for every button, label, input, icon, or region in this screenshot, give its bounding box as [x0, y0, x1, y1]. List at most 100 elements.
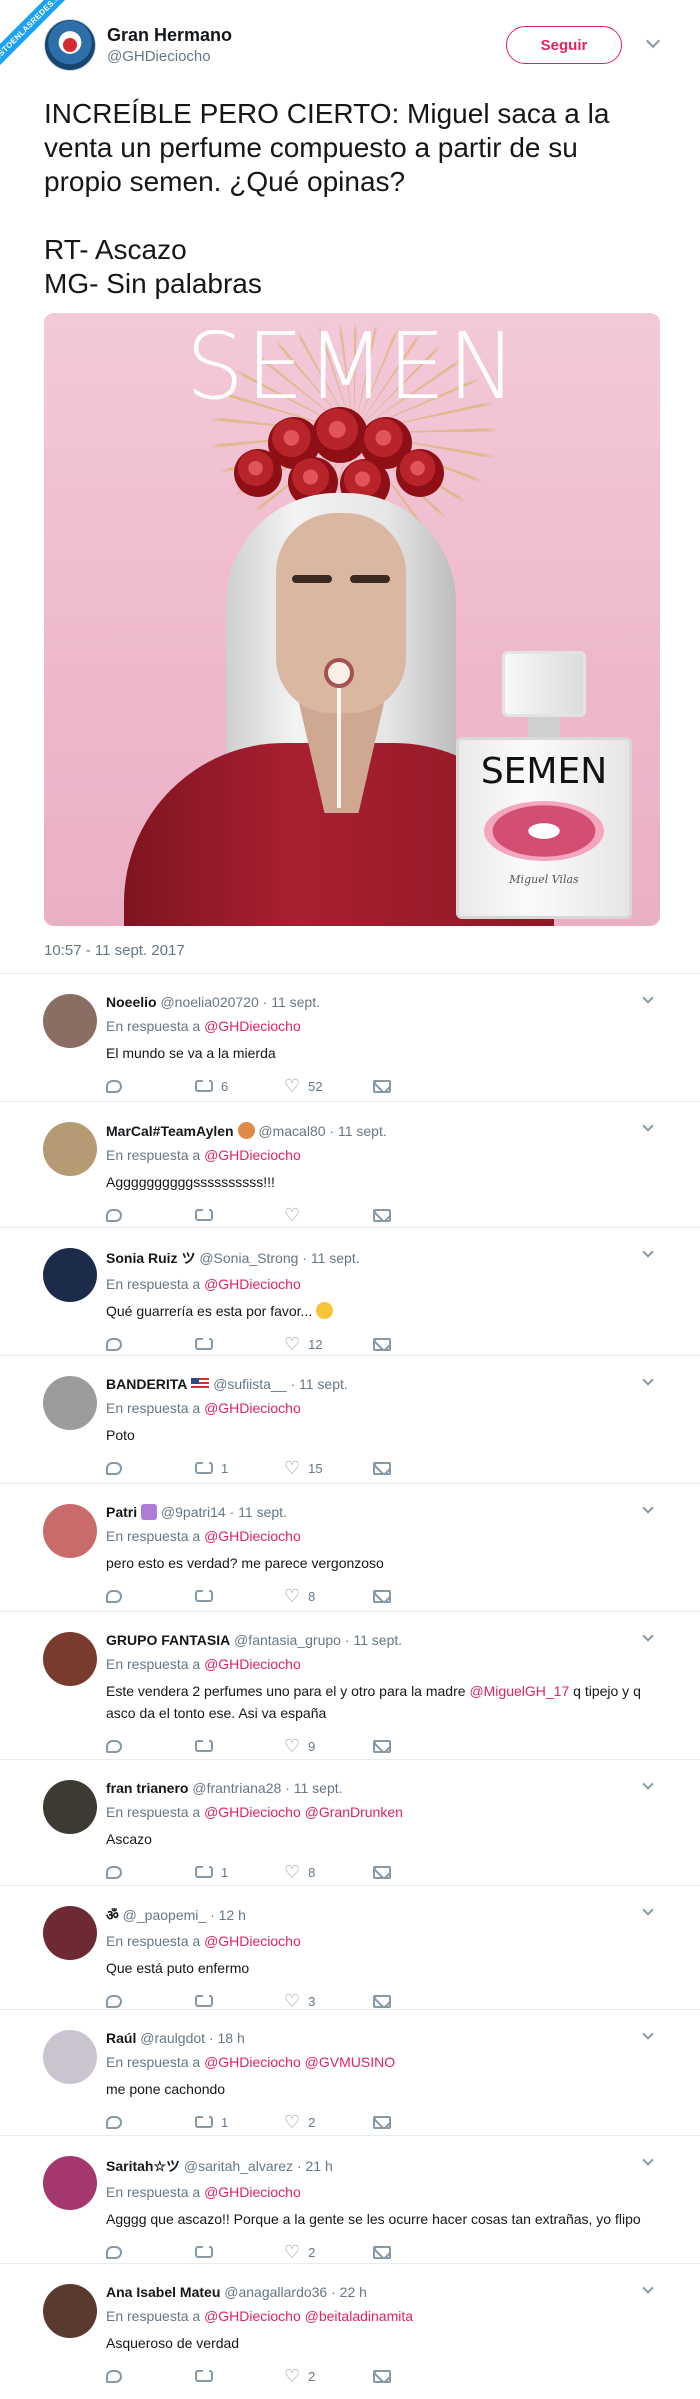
- chevron-down-icon[interactable]: [642, 1630, 654, 1642]
- reply-action[interactable]: [106, 1079, 195, 1093]
- reply-author-name[interactable]: Saritah☆ツ: [106, 2158, 180, 2174]
- retweet-action[interactable]: 1: [195, 1864, 284, 1880]
- chevron-down-icon[interactable]: [642, 2282, 654, 2294]
- dm-action[interactable]: [373, 1739, 462, 1753]
- author-name[interactable]: Gran Hermano: [107, 25, 232, 46]
- reply-time[interactable]: · 11 sept.: [329, 1123, 386, 1139]
- reply-time[interactable]: · 18 h: [209, 2030, 245, 2046]
- reply-author-handle[interactable]: @sufiista__: [213, 1376, 286, 1392]
- mention-link[interactable]: @GHDieciocho @beitaladinamita: [204, 2308, 413, 2324]
- reply-author-handle[interactable]: @raulgdot: [140, 2030, 205, 2046]
- mention-link[interactable]: @GHDieciocho: [204, 1400, 301, 1416]
- reply-action[interactable]: [106, 1589, 195, 1603]
- reply-tweet[interactable]: Noeelio @noelia020720 · 11 sept. En resp…: [0, 973, 700, 1101]
- reply-tweet[interactable]: Patri @9patri14 · 11 sept. En respuesta …: [0, 1483, 700, 1611]
- mention-link[interactable]: @GHDieciocho: [204, 1933, 301, 1949]
- like-action[interactable]: ♡ 2: [284, 2367, 373, 2385]
- mention-link[interactable]: @GHDieciocho: [204, 1147, 301, 1163]
- chevron-down-icon[interactable]: [642, 1374, 654, 1386]
- dm-action[interactable]: [373, 1589, 462, 1603]
- reply-author-name[interactable]: Raúl: [106, 2030, 136, 2046]
- retweet-action[interactable]: 1: [195, 2114, 284, 2130]
- chevron-down-icon[interactable]: [642, 1778, 654, 1790]
- reply-author-handle[interactable]: @macal80: [258, 1123, 325, 1139]
- mention-link[interactable]: @MiguelGH_17: [469, 1683, 569, 1699]
- reply-action[interactable]: [106, 1208, 195, 1222]
- chevron-down-icon[interactable]: [642, 1246, 654, 1258]
- dm-action[interactable]: [373, 1208, 462, 1222]
- mention-link[interactable]: @GHDieciocho: [204, 1276, 301, 1292]
- mention-link[interactable]: @GHDieciocho @GranDrunken: [204, 1804, 403, 1820]
- reply-time[interactable]: · 11 sept.: [290, 1376, 347, 1392]
- dm-action[interactable]: [373, 1994, 462, 2008]
- chevron-down-icon[interactable]: [642, 992, 654, 1004]
- retweet-action[interactable]: 1: [195, 1460, 284, 1476]
- reply-time[interactable]: · 12 h: [210, 1907, 246, 1923]
- reply-author-handle[interactable]: @saritah_alvarez: [184, 2158, 293, 2174]
- reply-author-name[interactable]: fran trianero: [106, 1780, 188, 1796]
- reply-tweet[interactable]: fran trianero @frantriana28 · 11 sept. E…: [0, 1759, 700, 1885]
- retweet-action[interactable]: [195, 1336, 284, 1350]
- reply-author-handle[interactable]: @noelia020720: [160, 994, 258, 1010]
- chevron-down-icon[interactable]: [642, 2028, 654, 2040]
- reply-author-name[interactable]: GRUPO FANTASIA: [106, 1632, 230, 1648]
- avatar[interactable]: [43, 1632, 97, 1686]
- reply-time[interactable]: · 11 sept.: [230, 1504, 287, 1520]
- avatar[interactable]: [43, 2156, 97, 2210]
- reply-action[interactable]: [106, 2245, 195, 2259]
- reply-author-handle[interactable]: @_paopemi_: [123, 1907, 207, 1923]
- reply-action[interactable]: [106, 1461, 195, 1475]
- avatar[interactable]: [43, 1504, 97, 1558]
- chevron-down-icon[interactable]: [642, 1502, 654, 1514]
- chevron-down-icon[interactable]: [642, 2154, 654, 2166]
- follow-button[interactable]: Seguir: [506, 26, 622, 64]
- reply-tweet[interactable]: MarCal#TeamAylen @macal80 · 11 sept. En …: [0, 1101, 700, 1227]
- like-action[interactable]: ♡ 3: [284, 1992, 373, 2010]
- reply-tweet[interactable]: Ana Isabel Mateu @anagallardo36 · 22 h E…: [0, 2263, 700, 2389]
- like-action[interactable]: ♡ 8: [284, 1863, 373, 1881]
- reply-action[interactable]: [106, 2115, 195, 2129]
- avatar[interactable]: [43, 1780, 97, 1834]
- reply-tweet[interactable]: Raúl @raulgdot · 18 h En respuesta a @GH…: [0, 2009, 700, 2135]
- dm-action[interactable]: [373, 2369, 462, 2383]
- like-action[interactable]: ♡ 9: [284, 1737, 373, 1755]
- like-action[interactable]: ♡ 52: [284, 1077, 373, 1095]
- retweet-action[interactable]: [195, 1993, 284, 2007]
- like-action[interactable]: ♡: [284, 1206, 373, 1224]
- avatar[interactable]: [43, 2030, 97, 2084]
- reply-time[interactable]: · 11 sept.: [302, 1250, 359, 1266]
- retweet-action[interactable]: [195, 1207, 284, 1221]
- dm-action[interactable]: [373, 1079, 462, 1093]
- tweet-image[interactable]: SEMEN SEMEN Miguel Vilas: [44, 313, 660, 926]
- retweet-action[interactable]: [195, 1738, 284, 1752]
- like-action[interactable]: ♡ 15: [284, 1459, 373, 1477]
- chevron-down-icon[interactable]: [642, 1120, 654, 1132]
- reply-action[interactable]: [106, 2369, 195, 2383]
- retweet-action[interactable]: [195, 1588, 284, 1602]
- reply-action[interactable]: [106, 1337, 195, 1351]
- reply-author-handle[interactable]: @Sonia_Strong: [199, 1250, 298, 1266]
- reply-time[interactable]: · 11 sept.: [345, 1632, 402, 1648]
- reply-action[interactable]: [106, 1739, 195, 1753]
- reply-action[interactable]: [106, 1994, 195, 2008]
- mention-link[interactable]: @GHDieciocho: [204, 1528, 301, 1544]
- mention-link[interactable]: @GHDieciocho: [204, 1018, 301, 1034]
- mention-link[interactable]: @GHDieciocho: [204, 2184, 301, 2200]
- reply-time[interactable]: · 22 h: [331, 2284, 367, 2300]
- reply-tweet[interactable]: Sonia Ruiz ツ @Sonia_Strong · 11 sept. En…: [0, 1227, 700, 1355]
- reply-author-handle[interactable]: @9patri14: [161, 1504, 226, 1520]
- reply-time[interactable]: · 21 h: [297, 2158, 333, 2174]
- reply-tweet[interactable]: GRUPO FANTASIA @fantasia_grupo · 11 sept…: [0, 1611, 700, 1759]
- chevron-down-icon[interactable]: [642, 1904, 654, 1916]
- dm-action[interactable]: [373, 1865, 462, 1879]
- reply-tweet[interactable]: BANDERITA @sufiista__ · 11 sept. En resp…: [0, 1355, 700, 1483]
- reply-author-name[interactable]: Sonia Ruiz ツ: [106, 1250, 195, 1266]
- reply-action[interactable]: [106, 1865, 195, 1879]
- avatar[interactable]: [43, 1122, 97, 1176]
- dm-action[interactable]: [373, 2245, 462, 2259]
- avatar[interactable]: [43, 2284, 97, 2338]
- reply-author-name[interactable]: ॐ: [106, 1907, 119, 1923]
- reply-tweet[interactable]: Saritah☆ツ @saritah_alvarez · 21 h En res…: [0, 2135, 700, 2263]
- dm-action[interactable]: [373, 2115, 462, 2129]
- reply-author-name[interactable]: Ana Isabel Mateu: [106, 2284, 220, 2300]
